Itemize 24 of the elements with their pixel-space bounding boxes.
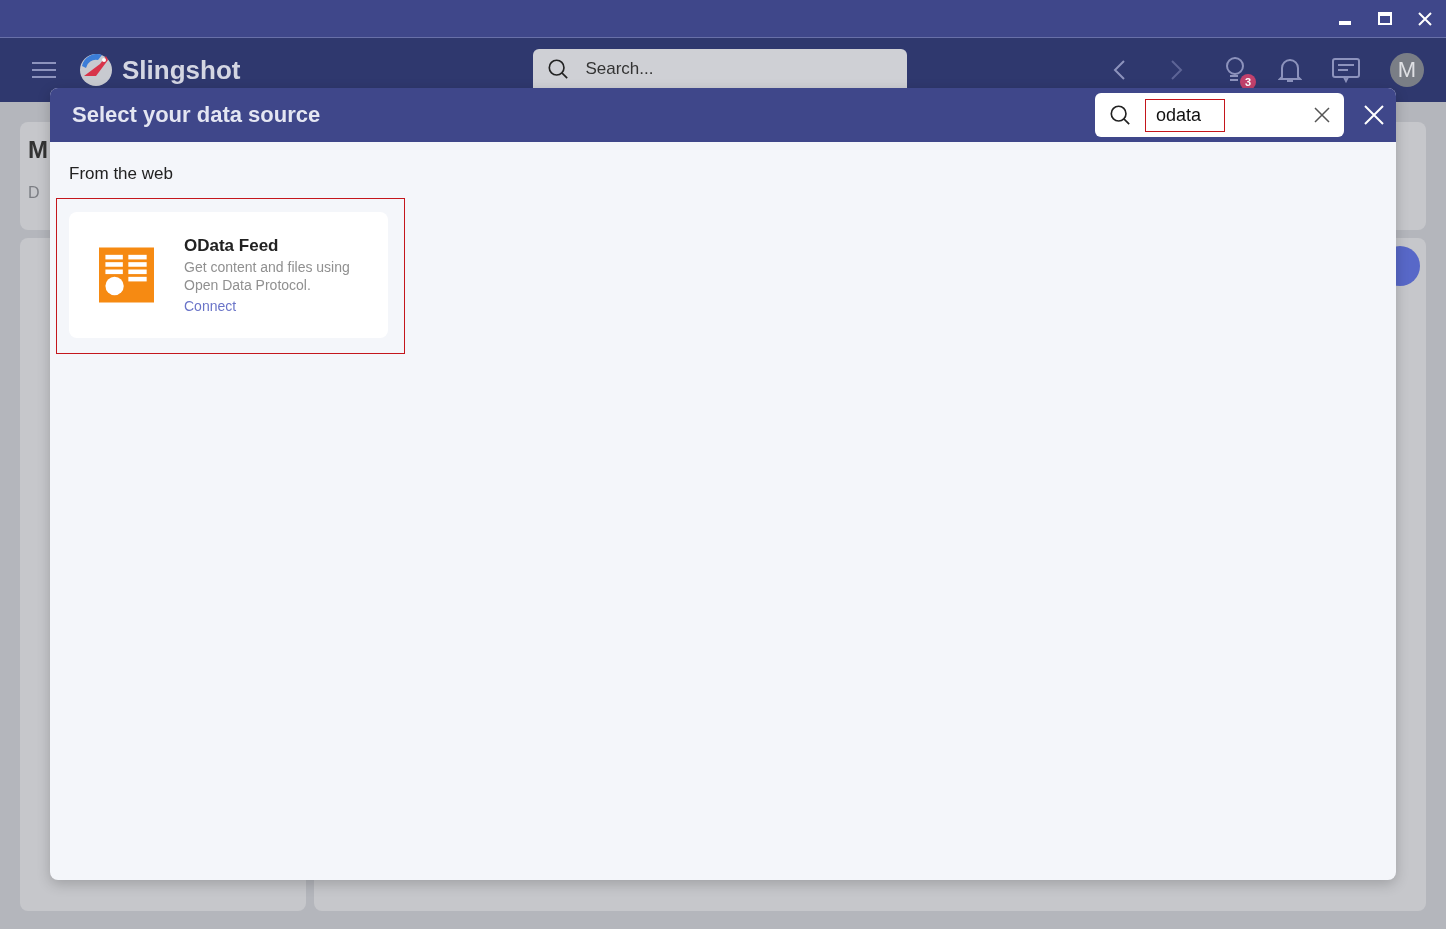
connect-link[interactable]: Connect — [184, 298, 368, 314]
search-icon — [547, 58, 570, 80]
clear-icon[interactable] — [1314, 107, 1330, 123]
search-field[interactable]: Search... — [533, 49, 908, 89]
search-icon — [1109, 104, 1131, 126]
source-description: Get content and files using Open Data Protocol. — [184, 258, 351, 294]
search-input[interactable]: Search... — [583, 58, 868, 80]
search-field[interactable]: odata — [1095, 93, 1344, 137]
dialog-title: Select your data source — [72, 102, 322, 128]
section-heading: From the web — [69, 164, 174, 184]
messages-button[interactable] — [1332, 57, 1360, 83]
brand-name: Slingshot — [122, 54, 241, 86]
notifications-button[interactable] — [1278, 57, 1302, 83]
source-name: OData Feed — [184, 236, 280, 256]
card-subtitle: D — [28, 184, 41, 202]
menu-button[interactable] — [32, 60, 56, 80]
close-icon — [1418, 11, 1432, 26]
back-button[interactable] — [1112, 59, 1126, 81]
minimize-icon — [1339, 20, 1351, 25]
card-title: M — [28, 136, 48, 164]
maximize-icon — [1378, 11, 1392, 26]
data-source-card[interactable]: OData Feed Get content and files using Open Data Protocol. Connect — [69, 212, 388, 338]
search-input[interactable]: odata — [1146, 99, 1224, 131]
document-icon — [99, 245, 154, 305]
